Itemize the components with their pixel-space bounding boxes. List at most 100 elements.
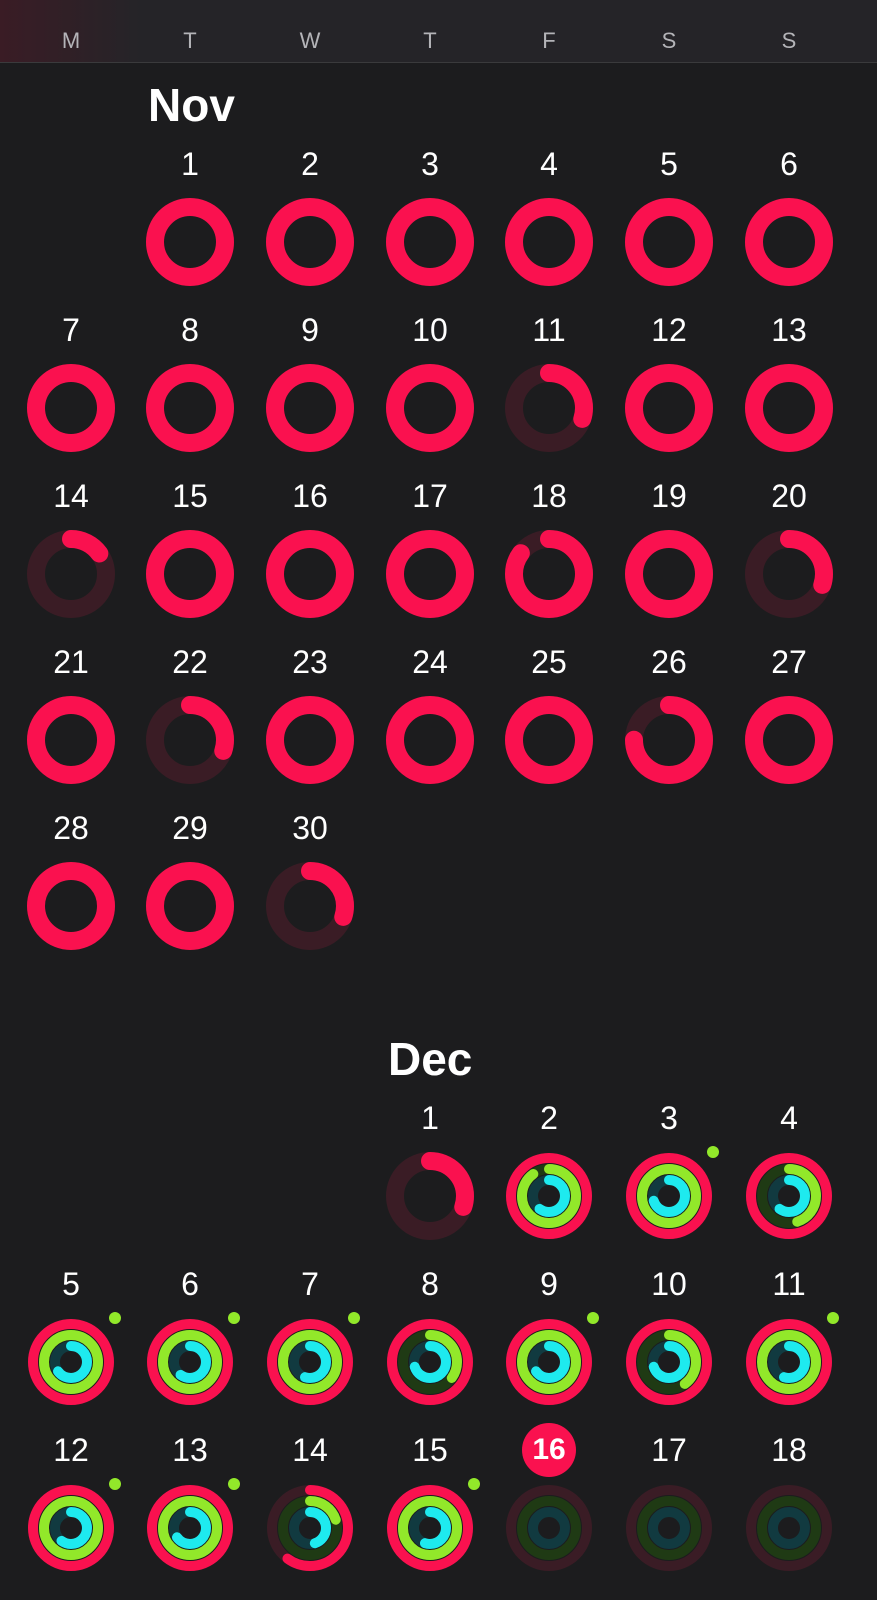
activity-ring[interactable]: [505, 1484, 593, 1572]
activity-ring-graphic: [147, 1485, 233, 1571]
activity-ring[interactable]: [505, 364, 593, 452]
day-number[interactable]: 14: [31, 478, 111, 514]
activity-ring[interactable]: [505, 530, 593, 618]
day-number[interactable]: 10: [629, 1266, 709, 1302]
activity-ring[interactable]: [625, 198, 713, 286]
activity-ring[interactable]: [266, 530, 354, 618]
activity-ring[interactable]: [146, 696, 234, 784]
day-number[interactable]: 3: [390, 146, 470, 182]
day-number[interactable]: 8: [390, 1266, 470, 1302]
activity-ring[interactable]: [386, 1152, 474, 1240]
day-number[interactable]: 7: [270, 1266, 350, 1302]
day-number[interactable]: 1: [150, 146, 230, 182]
day-number[interactable]: 9: [509, 1266, 589, 1302]
today-badge[interactable]: 16: [522, 1423, 576, 1477]
day-number[interactable]: 26: [629, 644, 709, 680]
activity-ring[interactable]: [745, 1152, 833, 1240]
activity-ring[interactable]: [146, 1318, 234, 1406]
day-number[interactable]: 3: [629, 1100, 709, 1136]
activity-ring[interactable]: [505, 1318, 593, 1406]
activity-ring[interactable]: [266, 696, 354, 784]
day-number[interactable]: 2: [509, 1100, 589, 1136]
activity-ring[interactable]: [625, 364, 713, 452]
day-number[interactable]: 13: [749, 312, 829, 348]
activity-ring[interactable]: [505, 696, 593, 784]
day-number[interactable]: 13: [150, 1432, 230, 1468]
day-number[interactable]: 22: [150, 644, 230, 680]
activity-ring[interactable]: [266, 1484, 354, 1572]
activity-ring[interactable]: [745, 530, 833, 618]
activity-ring[interactable]: [266, 364, 354, 452]
activity-ring[interactable]: [146, 530, 234, 618]
day-number[interactable]: 24: [390, 644, 470, 680]
ring-progress: [505, 530, 593, 618]
activity-ring[interactable]: [625, 696, 713, 784]
activity-ring[interactable]: [386, 1318, 474, 1406]
activity-ring[interactable]: [386, 198, 474, 286]
day-number[interactable]: 7: [31, 312, 111, 348]
activity-ring[interactable]: [27, 1318, 115, 1406]
activity-ring[interactable]: [146, 364, 234, 452]
day-number[interactable]: 6: [749, 146, 829, 182]
activity-ring[interactable]: [625, 1152, 713, 1240]
ring-track: [648, 1507, 690, 1549]
activity-ring[interactable]: [27, 364, 115, 452]
day-number[interactable]: 18: [749, 1432, 829, 1468]
day-number[interactable]: 23: [270, 644, 350, 680]
activity-ring[interactable]: [27, 696, 115, 784]
day-number[interactable]: 29: [150, 810, 230, 846]
activity-ring[interactable]: [745, 1484, 833, 1572]
activity-ring[interactable]: [505, 1152, 593, 1240]
day-number[interactable]: 6: [150, 1266, 230, 1302]
day-number[interactable]: 8: [150, 312, 230, 348]
day-number[interactable]: 30: [270, 810, 350, 846]
day-number[interactable]: 9: [270, 312, 350, 348]
activity-ring[interactable]: [745, 198, 833, 286]
activity-ring[interactable]: [386, 1484, 474, 1572]
activity-ring[interactable]: [745, 364, 833, 452]
day-number[interactable]: 21: [31, 644, 111, 680]
activity-ring[interactable]: [146, 862, 234, 950]
day-number[interactable]: 12: [629, 312, 709, 348]
activity-ring[interactable]: [625, 530, 713, 618]
activity-ring[interactable]: [386, 530, 474, 618]
day-number[interactable]: 11: [749, 1266, 829, 1302]
activity-ring[interactable]: [27, 862, 115, 950]
activity-ring[interactable]: [386, 364, 474, 452]
day-number[interactable]: 15: [150, 478, 230, 514]
activity-ring[interactable]: [625, 1318, 713, 1406]
day-number[interactable]: 11: [509, 312, 589, 348]
day-number[interactable]: 28: [31, 810, 111, 846]
day-number[interactable]: 27: [749, 644, 829, 680]
day-number[interactable]: 4: [509, 146, 589, 182]
day-number[interactable]: 5: [629, 146, 709, 182]
day-number[interactable]: 2: [270, 146, 350, 182]
day-number[interactable]: 18: [509, 478, 589, 514]
day-number[interactable]: 16: [270, 478, 350, 514]
activity-ring[interactable]: [625, 1484, 713, 1572]
activity-ring[interactable]: [745, 1318, 833, 1406]
day-number[interactable]: 17: [390, 478, 470, 514]
activity-ring[interactable]: [386, 696, 474, 784]
day-number[interactable]: 4: [749, 1100, 829, 1136]
activity-ring[interactable]: [266, 862, 354, 950]
day-number[interactable]: 19: [629, 478, 709, 514]
activity-ring[interactable]: [266, 1318, 354, 1406]
activity-ring[interactable]: [266, 198, 354, 286]
day-number[interactable]: 14: [270, 1432, 350, 1468]
activity-ring[interactable]: [27, 530, 115, 618]
activity-ring[interactable]: [745, 696, 833, 784]
day-number[interactable]: 20: [749, 478, 829, 514]
day-number[interactable]: 15: [390, 1432, 470, 1468]
day-number[interactable]: 25: [509, 644, 589, 680]
ring-progress: [386, 530, 474, 618]
day-number[interactable]: 5: [31, 1266, 111, 1302]
activity-ring[interactable]: [146, 1484, 234, 1572]
activity-ring[interactable]: [27, 1484, 115, 1572]
day-number[interactable]: 10: [390, 312, 470, 348]
activity-ring[interactable]: [146, 198, 234, 286]
activity-ring[interactable]: [505, 198, 593, 286]
day-number[interactable]: 12: [31, 1432, 111, 1468]
day-number[interactable]: 17: [629, 1432, 709, 1468]
day-number[interactable]: 1: [390, 1100, 470, 1136]
